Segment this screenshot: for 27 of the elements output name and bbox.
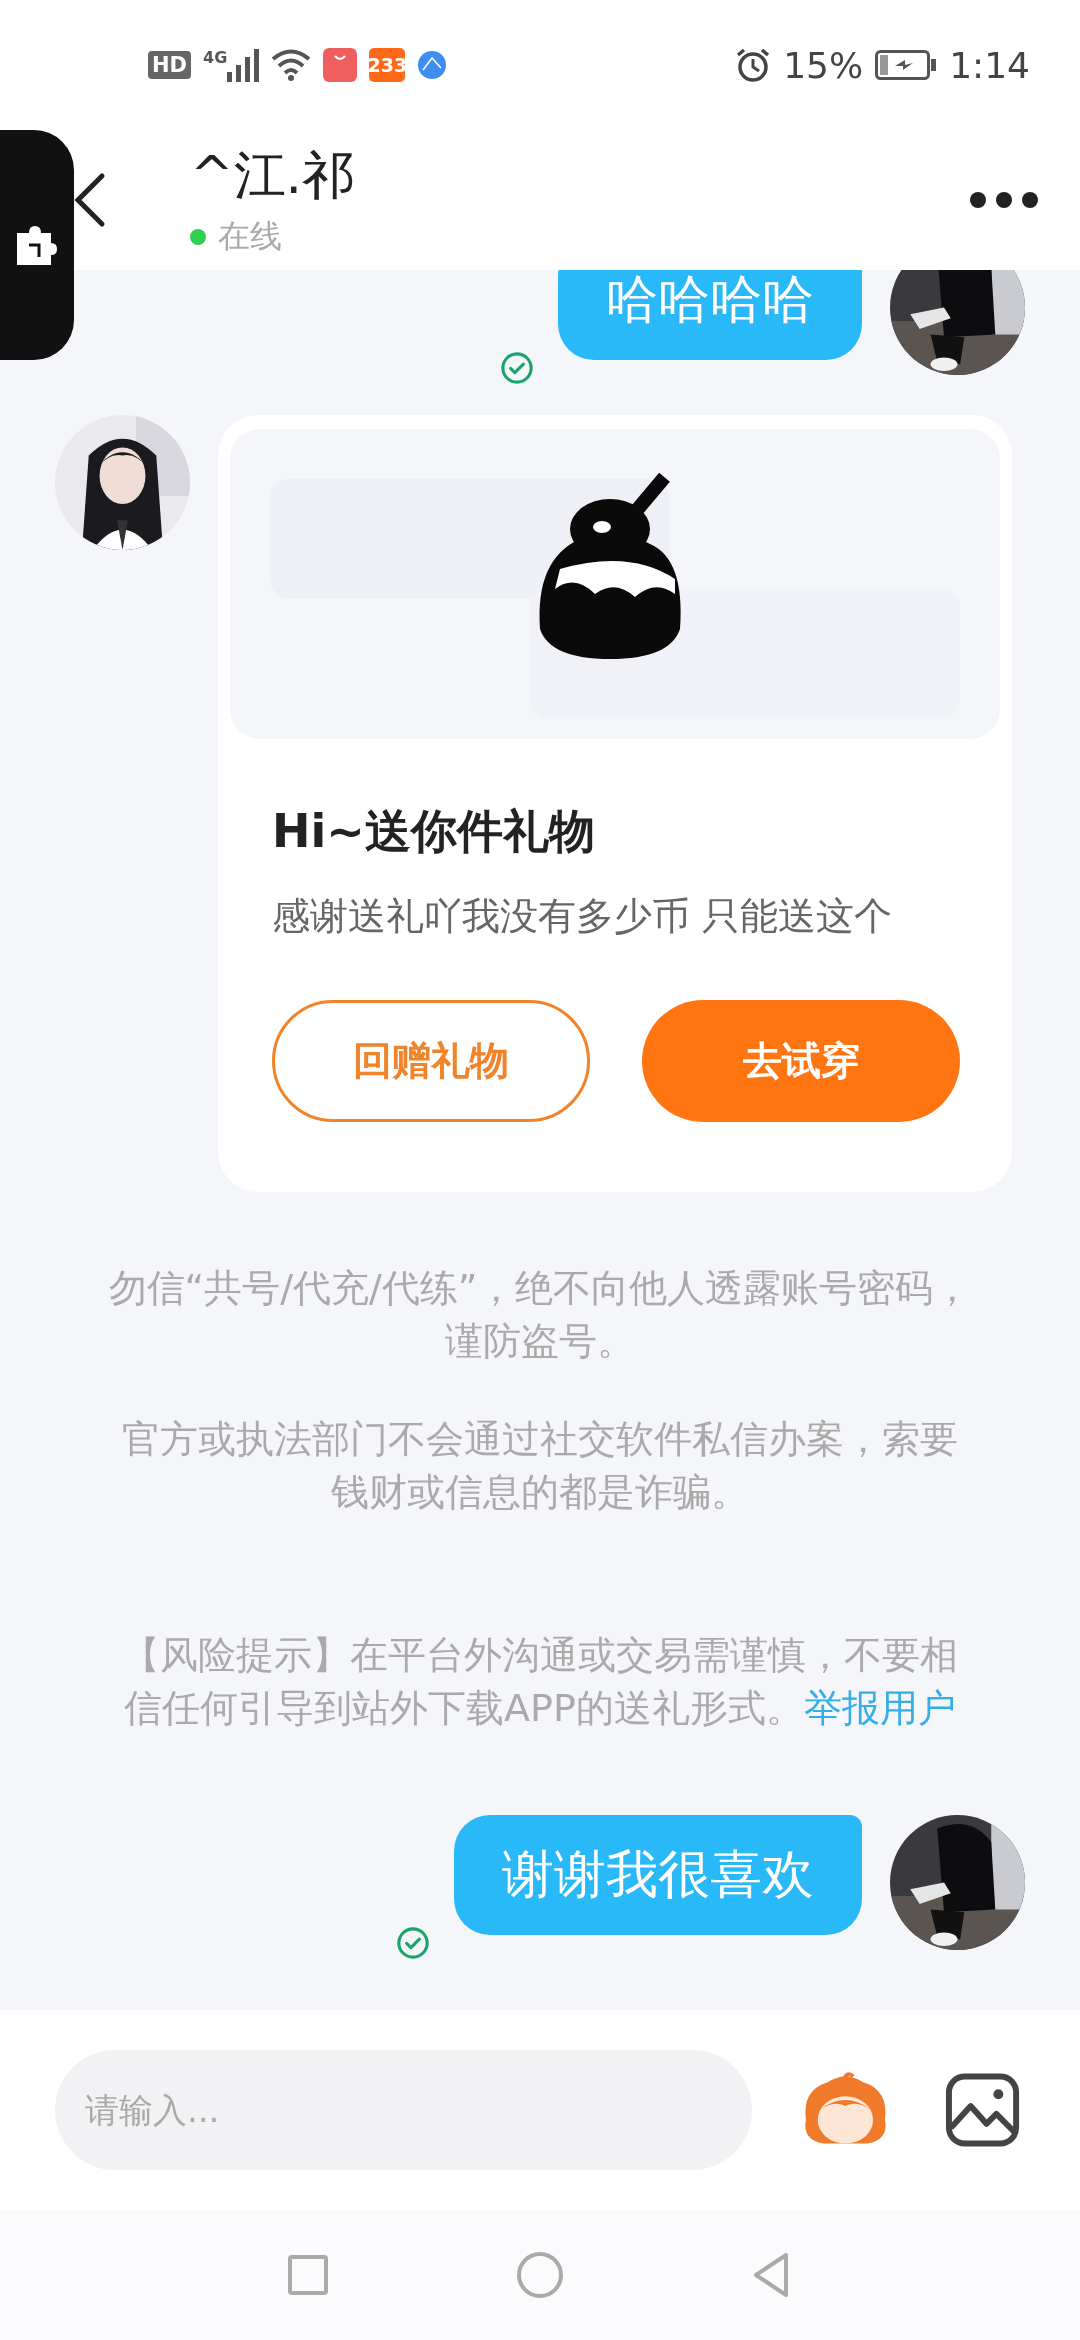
hd-badge: HD [148, 51, 191, 79]
try-on-button[interactable]: 去试穿 [642, 1000, 960, 1122]
gift-message: 感谢送礼吖我没有多少币 只能送这个 [272, 893, 894, 940]
contact-name: ^江.祁 [190, 144, 355, 207]
message-input[interactable]: 请输入... [55, 2050, 753, 2170]
app-badge: 233 [369, 48, 406, 82]
battery-icon [875, 50, 938, 80]
return-gift-button[interactable]: 回赠礼物 [272, 1000, 590, 1122]
online-status: 在线 [218, 216, 282, 257]
puzzle-icon [15, 223, 59, 267]
report-link[interactable]: 举报用户 [803, 1686, 956, 1730]
clock: 1:14 [949, 44, 1030, 86]
alarm-icon [735, 47, 772, 83]
message-bubble: 谢谢我很喜欢 [454, 1815, 862, 1935]
image-icon[interactable] [944, 2072, 1020, 2148]
safety-notice: 勿信“共号/代充/代练”，绝不向他人透露账号密码，谨防盗号。 [107, 1265, 973, 1365]
signal-icon [227, 48, 260, 82]
message-bubble: 哈哈哈哈 [558, 270, 862, 360]
battery-percent: 15% [783, 44, 864, 86]
app-icon [323, 48, 358, 82]
wifi-icon [271, 49, 312, 81]
floating-tab[interactable] [0, 130, 74, 360]
more-icon[interactable] [968, 190, 1040, 210]
gift-title: Hi~送你件礼物 [272, 803, 596, 860]
risk-notice: 【风险提示】在平台外沟通或交易需谨慎，不要相信任何引导到站外下载APP的送礼形式。举报用户 [121, 1632, 959, 1732]
safety-notice: 官方或执法部门不会通过社交软件私信办案，索要钱财或信息的都是诈骗。 [121, 1416, 959, 1516]
network-label: 4G [203, 48, 228, 67]
